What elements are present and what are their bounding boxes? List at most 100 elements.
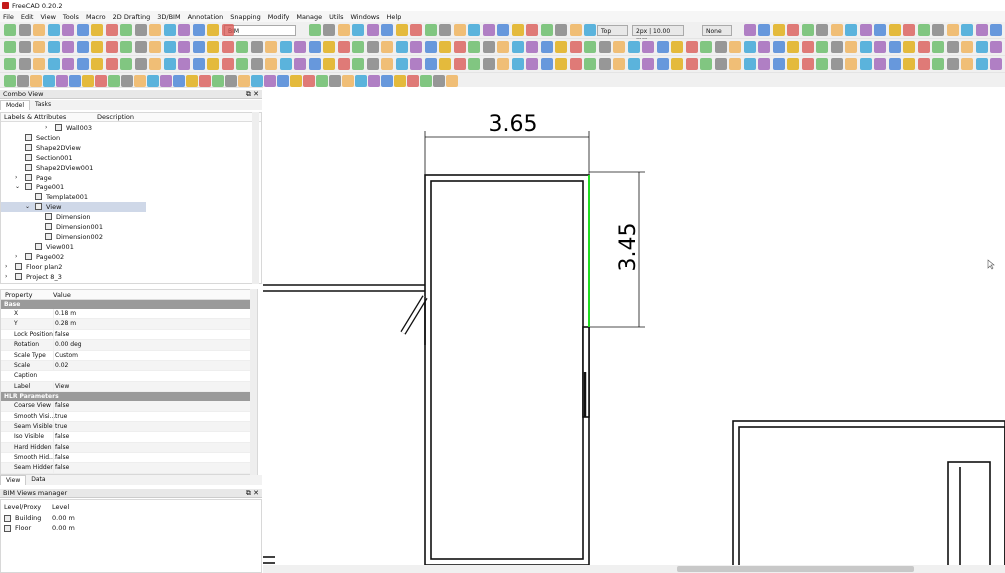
toolbar-tool-icon[interactable] bbox=[946, 58, 959, 70]
tab-data[interactable]: Data bbox=[26, 475, 50, 485]
toolbar-tool-icon[interactable] bbox=[394, 75, 406, 87]
toolbar-tool-icon[interactable] bbox=[613, 58, 625, 70]
toolbar-tool-icon[interactable] bbox=[47, 41, 60, 53]
toolbar-tool-icon[interactable] bbox=[569, 41, 582, 53]
toolbar-tool-icon[interactable] bbox=[482, 41, 495, 53]
tree-item[interactable]: › Page bbox=[1, 173, 241, 183]
toolbar-tool-icon[interactable] bbox=[990, 41, 1002, 53]
toolbar-tool-icon[interactable] bbox=[917, 58, 930, 70]
tree-item[interactable]: Shape2DView001 bbox=[1, 163, 241, 173]
toolbar-tool-icon[interactable] bbox=[526, 58, 538, 70]
menu-edit[interactable]: Edit bbox=[21, 13, 34, 21]
toolbar-tool-icon[interactable] bbox=[772, 24, 785, 36]
toolbar-tool-icon[interactable] bbox=[147, 75, 159, 87]
toolbar-tool-icon[interactable] bbox=[329, 75, 341, 87]
menu-help[interactable]: Help bbox=[387, 13, 402, 21]
toolbar-tool-icon[interactable] bbox=[888, 41, 901, 53]
toolbar-tool-icon[interactable] bbox=[859, 41, 872, 53]
bim-row-floor[interactable]: Floor bbox=[4, 524, 31, 532]
property-value[interactable]: false bbox=[53, 463, 69, 474]
toolbar-tool-icon[interactable] bbox=[76, 24, 89, 36]
property-row[interactable]: Y 0.28 m bbox=[1, 319, 257, 330]
toolbar-tool-icon[interactable] bbox=[642, 41, 654, 53]
toolbar-tool-icon[interactable] bbox=[134, 58, 147, 70]
dimension-vertical[interactable]: 3.45 bbox=[616, 223, 641, 272]
property-row[interactable]: Smooth Hid... false bbox=[1, 453, 257, 464]
toolbar-tool-icon[interactable] bbox=[874, 24, 886, 36]
toolbar-tool-icon[interactable] bbox=[18, 58, 31, 70]
close-icon[interactable]: ⧉ ✕ bbox=[246, 90, 259, 99]
toolbar-tool-icon[interactable] bbox=[192, 24, 205, 36]
tree-item[interactable]: Template001 bbox=[1, 192, 241, 202]
toolbar-tool-icon[interactable] bbox=[685, 58, 698, 70]
toolbar-tool-icon[interactable] bbox=[69, 75, 81, 87]
toolbar-tool-icon[interactable] bbox=[555, 58, 567, 70]
property-group[interactable]: HLR Parameters bbox=[1, 392, 257, 402]
toolbar-tool-icon[interactable] bbox=[56, 75, 68, 87]
toolbar-tool-icon[interactable] bbox=[4, 41, 16, 53]
chevron-right-icon[interactable]: › bbox=[5, 262, 7, 272]
toolbar-tool-icon[interactable] bbox=[424, 41, 437, 53]
close-icon[interactable]: ⧉ ✕ bbox=[246, 489, 259, 498]
toolbar-tool-icon[interactable] bbox=[352, 41, 364, 53]
toolbar-tool-icon[interactable] bbox=[160, 75, 172, 87]
chevron-right-icon[interactable]: › bbox=[45, 123, 47, 133]
toolbar-tool-icon[interactable] bbox=[395, 24, 408, 36]
toolbar-tool-icon[interactable] bbox=[526, 24, 538, 36]
toolbar-tool-icon[interactable] bbox=[265, 41, 277, 53]
techdraw-canvas[interactable]: 3.65 3.45 bbox=[263, 87, 1005, 573]
toolbar-tool-icon[interactable] bbox=[946, 24, 959, 36]
tree-item[interactable]: Dimension001 bbox=[1, 222, 241, 232]
toolbar-tool-icon[interactable] bbox=[352, 58, 364, 70]
toolbar-tool-icon[interactable] bbox=[903, 41, 915, 53]
toolbar-tool-icon[interactable] bbox=[221, 24, 234, 36]
toolbar-tool-icon[interactable] bbox=[946, 41, 959, 53]
menu-3d-bim[interactable]: 3D/BIM bbox=[157, 13, 180, 21]
property-value[interactable]: true bbox=[53, 411, 67, 422]
property-row[interactable]: Seam Visible true bbox=[1, 421, 257, 433]
toolbar-tool-icon[interactable] bbox=[656, 58, 669, 70]
toolbar-tool-icon[interactable] bbox=[975, 41, 988, 53]
tree-item[interactable]: ⌄ Page001 bbox=[1, 182, 241, 192]
tree-item[interactable]: Dimension002 bbox=[1, 232, 241, 242]
menu-modify[interactable]: Modify bbox=[268, 13, 290, 21]
toolbar-tool-icon[interactable] bbox=[975, 58, 988, 70]
toolbar-tool-icon[interactable] bbox=[121, 75, 133, 87]
property-value[interactable]: false bbox=[53, 432, 69, 443]
toolbar-tool-icon[interactable] bbox=[76, 58, 89, 70]
property-value[interactable]: false bbox=[53, 442, 69, 453]
toolbar-tool-icon[interactable] bbox=[816, 41, 828, 53]
toolbar-tool-icon[interactable] bbox=[251, 75, 263, 87]
toolbar-tool-icon[interactable] bbox=[212, 75, 224, 87]
toolbar-tool-icon[interactable] bbox=[91, 58, 103, 70]
toolbar-tool-icon[interactable] bbox=[642, 58, 654, 70]
property-value[interactable]: 0.02 bbox=[53, 360, 68, 371]
toolbar-tool-icon[interactable] bbox=[801, 24, 814, 36]
toolbar-tool-icon[interactable] bbox=[584, 24, 596, 36]
chevron-right-icon[interactable]: › bbox=[15, 252, 17, 262]
toolbar-tool-icon[interactable] bbox=[225, 75, 237, 87]
toolbar-tool-icon[interactable] bbox=[917, 41, 930, 53]
toolbar-tool-icon[interactable] bbox=[250, 58, 263, 70]
drawing-viewport[interactable]: 3.65 3.45 bbox=[263, 87, 1005, 573]
toolbar-tool-icon[interactable] bbox=[33, 24, 45, 36]
property-row[interactable]: Label View bbox=[1, 381, 257, 393]
tab-view[interactable]: View bbox=[0, 475, 27, 485]
tree-item[interactable]: › Wall003 bbox=[1, 123, 241, 133]
menu-utils[interactable]: Utils bbox=[329, 13, 343, 21]
toolbar-tool-icon[interactable] bbox=[207, 58, 219, 70]
toolbar-tool-icon[interactable] bbox=[342, 75, 354, 87]
workbench-selector[interactable]: BIM bbox=[224, 25, 296, 36]
toolbar-tool-icon[interactable] bbox=[584, 58, 596, 70]
toolbar-tool-icon[interactable] bbox=[337, 41, 350, 53]
toolbar-tool-icon[interactable] bbox=[105, 24, 118, 36]
toolbar-tool-icon[interactable] bbox=[18, 24, 31, 36]
toolbar-tool-icon[interactable] bbox=[845, 41, 857, 53]
property-value[interactable]: Custom bbox=[53, 350, 78, 361]
toolbar-tool-icon[interactable] bbox=[410, 41, 422, 53]
toolbar-tool-icon[interactable] bbox=[433, 75, 445, 87]
toolbar-tool-icon[interactable] bbox=[845, 24, 857, 36]
tab-model[interactable]: Model bbox=[0, 100, 31, 110]
toolbar-tool-icon[interactable] bbox=[816, 24, 828, 36]
toolbar-tool-icon[interactable] bbox=[903, 58, 915, 70]
